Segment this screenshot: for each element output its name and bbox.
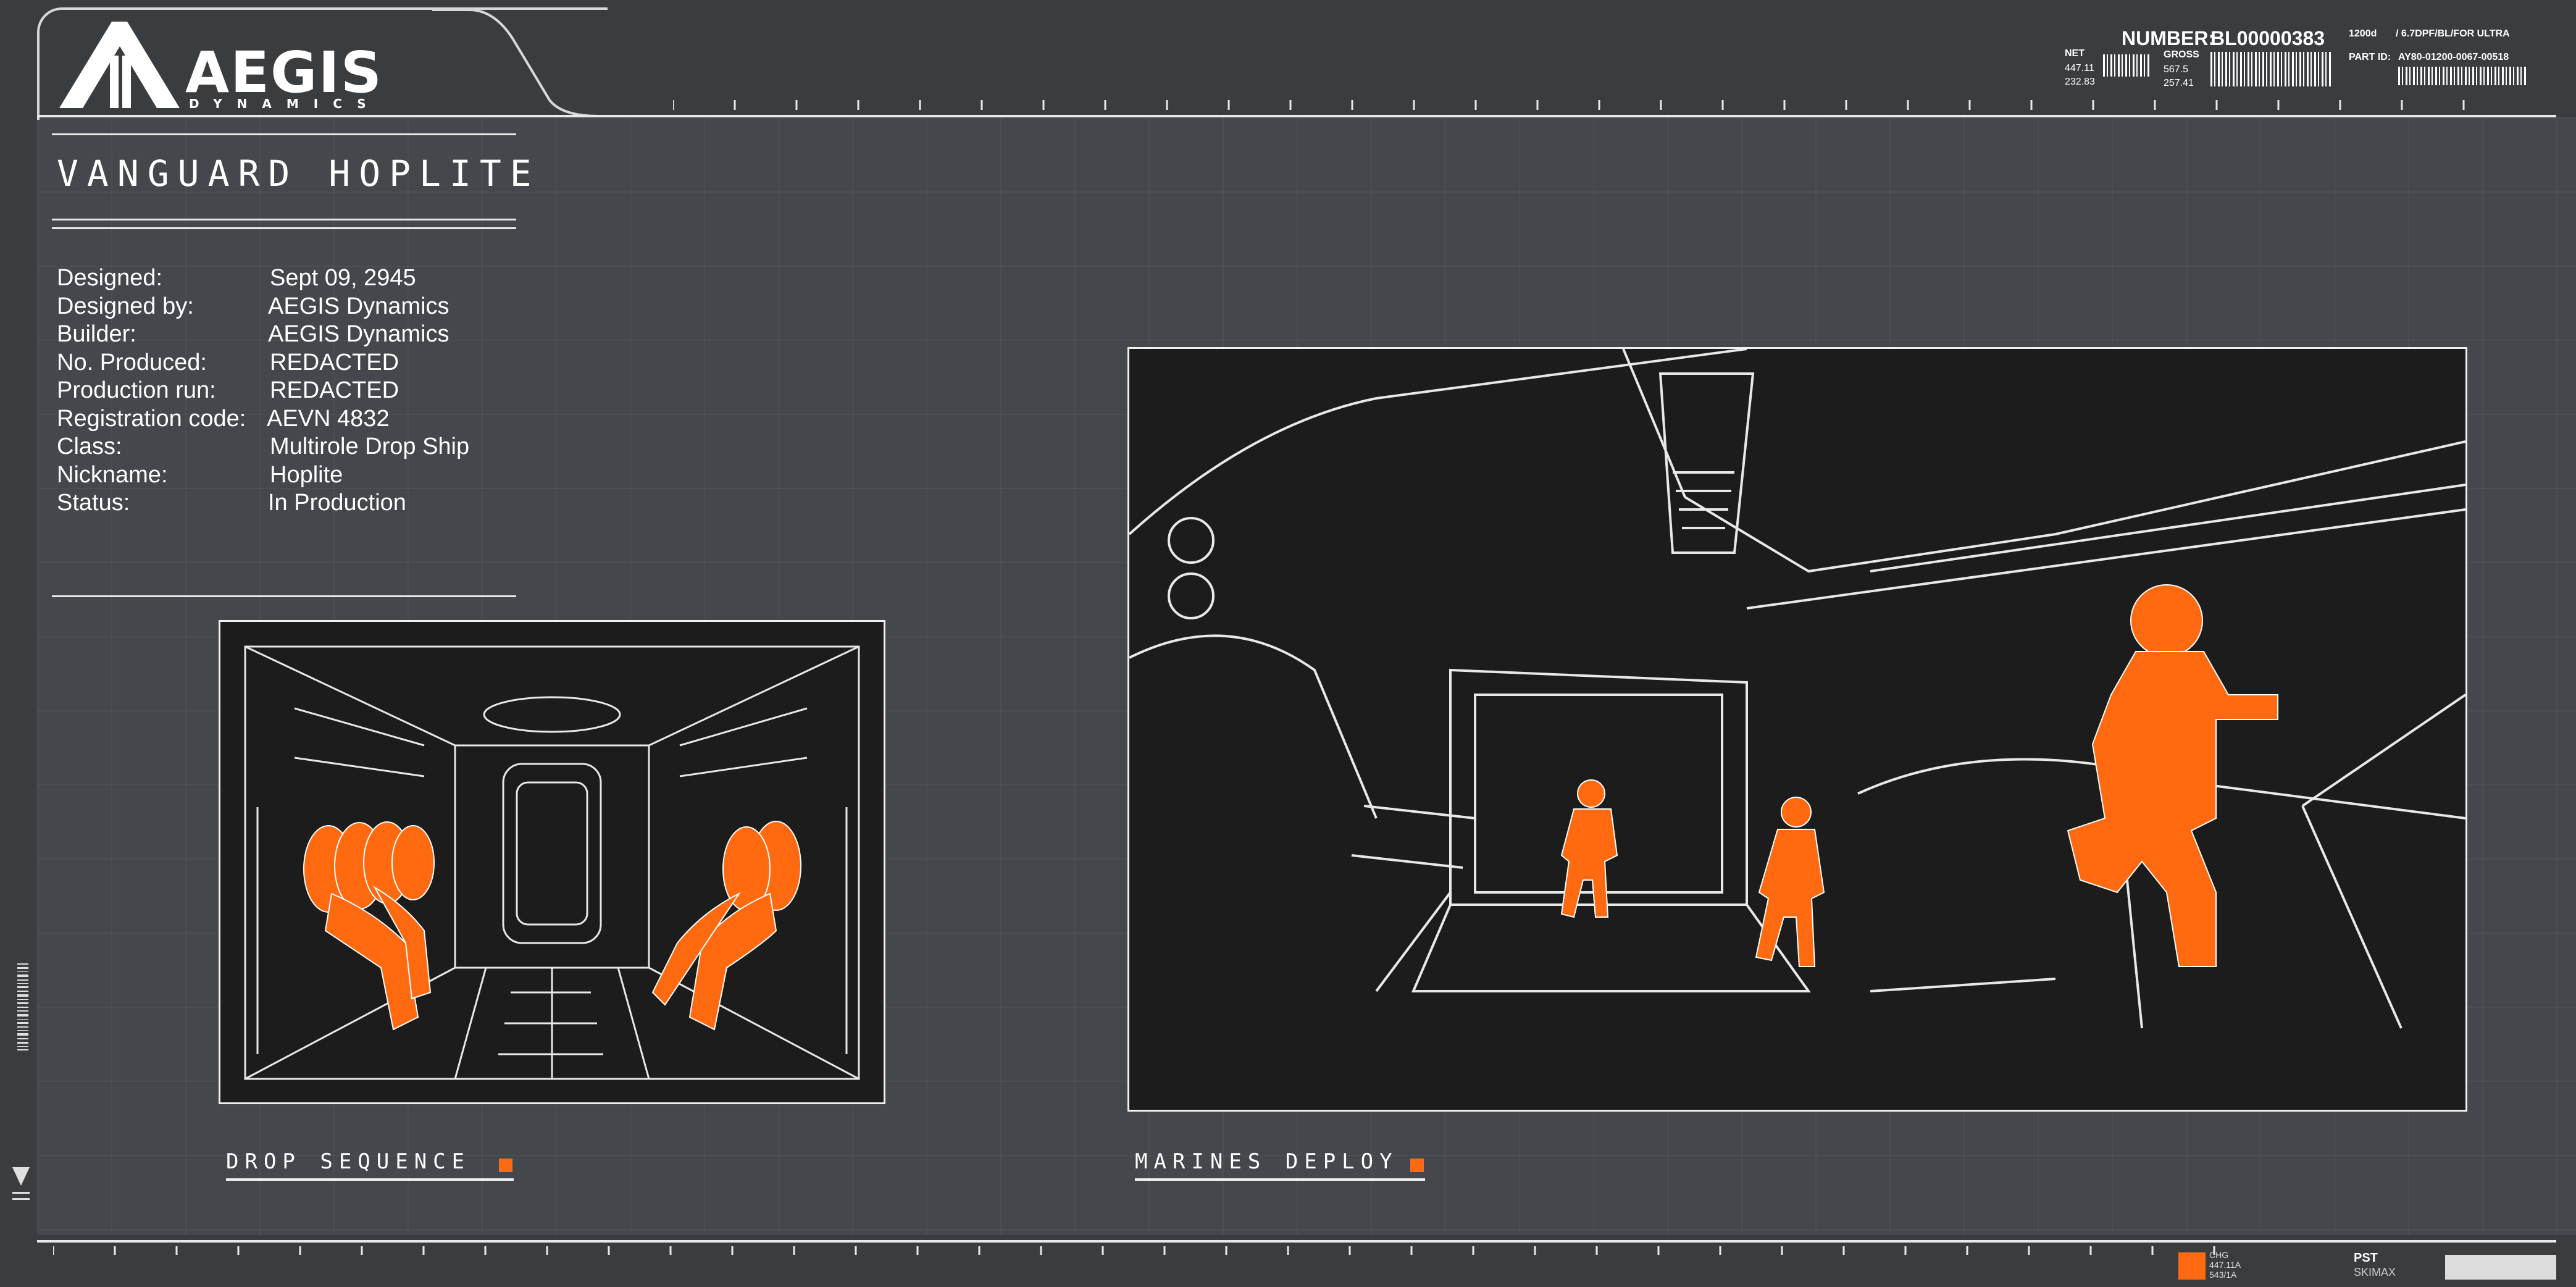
footer-block	[2445, 1255, 2556, 1280]
part-info-block: NUMBER: BL00000383 NET 447.11 232.83 GRO…	[2062, 22, 2544, 96]
header-rule	[37, 115, 2556, 117]
footer-mark: SKIMAX	[2354, 1266, 2396, 1278]
number-value: BL00000383	[2210, 27, 2325, 49]
spec-label: Class:	[57, 434, 122, 459]
spec-label: Production run:	[57, 377, 216, 403]
spec-label: Designed:	[57, 265, 163, 291]
spec-value: REDACTED	[270, 377, 399, 403]
marines-deploy-image	[1127, 347, 2467, 1112]
gross-label: GROSS	[2164, 49, 2199, 60]
page-title: VANGUARD HOPLITE	[57, 153, 540, 195]
barcode-main	[2210, 52, 2331, 86]
marines-deploy-caption: MARINES DEPLOY	[1135, 1149, 1399, 1174]
spec-value: Multirole Drop Ship	[270, 434, 470, 459]
gross-value-2: 257.41	[2164, 78, 2194, 88]
spec-label: Designed by:	[57, 293, 194, 319]
footer-rule	[37, 1240, 2556, 1243]
part-id-value: AY80-01200-0067-00518	[2398, 52, 2509, 62]
footer-legend: CHG 447.11A 543/1A	[2209, 1250, 2241, 1280]
accent-square-icon	[499, 1159, 512, 1172]
drop-sequence-image	[219, 620, 885, 1104]
part-id-label: PART ID:	[2349, 52, 2391, 62]
legend-swatch-icon	[2178, 1252, 2206, 1280]
title-rule-mid-1	[52, 219, 516, 220]
spec-label: Registration code:	[57, 405, 246, 432]
header-tab-curve	[432, 9, 617, 117]
barcode-part	[2398, 67, 2527, 85]
accent-square-icon	[1410, 1159, 1424, 1172]
spec-value: Sept 09, 2945	[270, 265, 416, 291]
deploy-illustration	[1129, 349, 2465, 1029]
footer-pst: PST	[2354, 1251, 2378, 1265]
spec-value: AEVN 4832	[267, 405, 390, 432]
drop-sequence-caption: DROP SEQUENCE	[226, 1149, 471, 1174]
spec-label: Builder:	[57, 321, 136, 347]
legend-line-b: 447.11A	[2209, 1260, 2241, 1270]
spec-value: AEGIS Dynamics	[268, 293, 450, 319]
spec-value: In Production	[268, 490, 406, 516]
title-rule-top	[52, 133, 516, 135]
code-a: 1200d	[2349, 28, 2377, 39]
side-barcode-strip	[12, 963, 30, 1200]
marines-deploy-underline	[1135, 1178, 1425, 1181]
spec-rule-bottom	[52, 595, 516, 597]
net-value-1: 447.11	[2065, 63, 2094, 73]
net-label: NET	[2065, 48, 2085, 59]
code-b: / 6.7DPF/BL/FOR ULTRA	[2396, 28, 2510, 39]
legend-line-c: 543/1A	[2209, 1270, 2237, 1280]
spec-value: REDACTED	[270, 349, 399, 375]
drop-sequence-underline	[226, 1178, 514, 1181]
brand-name: AEGIS	[185, 40, 383, 106]
interior-illustration	[244, 645, 860, 1080]
spec-label: No. Produced:	[57, 349, 207, 375]
footer-ticks	[53, 1246, 2215, 1255]
spec-value: Hoplite	[270, 461, 343, 488]
title-rule-mid-2	[52, 227, 516, 229]
barcode-small	[2103, 54, 2150, 77]
spec-label: Nickname:	[57, 461, 168, 488]
legend-line-a: CHG	[2209, 1250, 2229, 1260]
net-value-2: 232.83	[2065, 77, 2095, 87]
brand-sub: DYNAMICS	[189, 96, 381, 111]
gross-value-1: 567.5	[2164, 64, 2189, 75]
header-ticks	[673, 100, 2465, 110]
spec-value: AEGIS Dynamics	[268, 321, 450, 347]
number-label: NUMBER:	[2122, 27, 2215, 49]
spec-label: Status:	[57, 490, 130, 516]
